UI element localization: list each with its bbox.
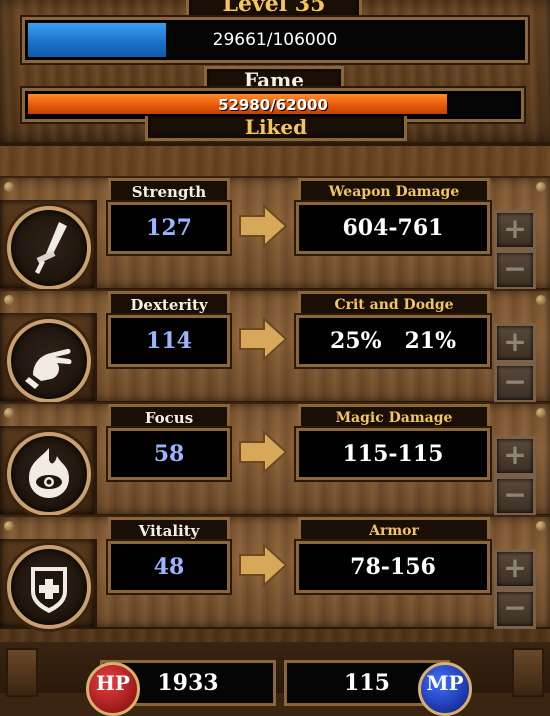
focus-plus-button[interactable]: + [494,436,536,476]
derived-value: 78-156 [296,541,490,593]
arrow-right-icon [239,317,288,361]
stat-icon-plate [0,539,97,629]
hand-icon [7,319,91,403]
stat-value: 114 [108,315,230,367]
arrow-right-icon [239,430,288,474]
strength-minus-button[interactable]: − [494,250,536,290]
hp-orb-icon: HP [86,662,140,716]
stat-row-strength: Strength 127 Weapon Damage 604-761 + − [0,176,550,290]
fame-rank: Liked [145,116,407,141]
stat-label: Strength [108,178,230,203]
footer-panel: 1933 115 HP MP [0,642,550,716]
vitality-plus-button[interactable]: + [494,549,536,589]
vitality-minus-button[interactable]: − [494,589,536,629]
arrow-right-icon [239,204,288,248]
focus-minus-button[interactable]: − [494,476,536,516]
footer-post-left [6,648,38,697]
derived-label: Crit and Dodge [298,291,490,316]
arrow-right-icon [239,543,288,587]
stat-label: Vitality [108,517,230,542]
eye-flame-icon [7,432,91,516]
stat-label: Focus [108,404,230,429]
xp-bar: 29661/106000 [22,17,528,63]
derived-label: Magic Damage [298,404,490,429]
stat-icon-plate [0,200,97,290]
sword-icon [7,206,91,290]
stat-icon-plate [0,426,97,516]
stat-row-focus: Focus 58 Magic Damage 115-115 + − [0,402,550,516]
stat-value: 58 [108,428,230,480]
mp-orb-icon: MP [418,662,472,716]
stat-value: 48 [108,541,230,593]
stat-row-dexterity: Dexterity 114 Crit and Dodge 25% 21% + − [0,289,550,403]
derived-value: 25% 21% [296,315,490,367]
stat-label: Dexterity [108,291,230,316]
stat-row-vitality: Vitality 48 Armor 78-156 + − [0,515,550,629]
derived-label: Weapon Damage [298,178,490,203]
footer-post-right [512,648,544,697]
dexterity-minus-button[interactable]: − [494,363,536,403]
dexterity-plus-button[interactable]: + [494,323,536,363]
derived-value: 115-115 [296,428,490,480]
shield-cross-icon [7,545,91,629]
stat-value: 127 [108,202,230,254]
derived-label: Armor [298,517,490,542]
xp-text: 29661/106000 [212,30,338,50]
stat-icon-plate [0,313,97,403]
derived-value: 604-761 [296,202,490,254]
strength-plus-button[interactable]: + [494,210,536,250]
